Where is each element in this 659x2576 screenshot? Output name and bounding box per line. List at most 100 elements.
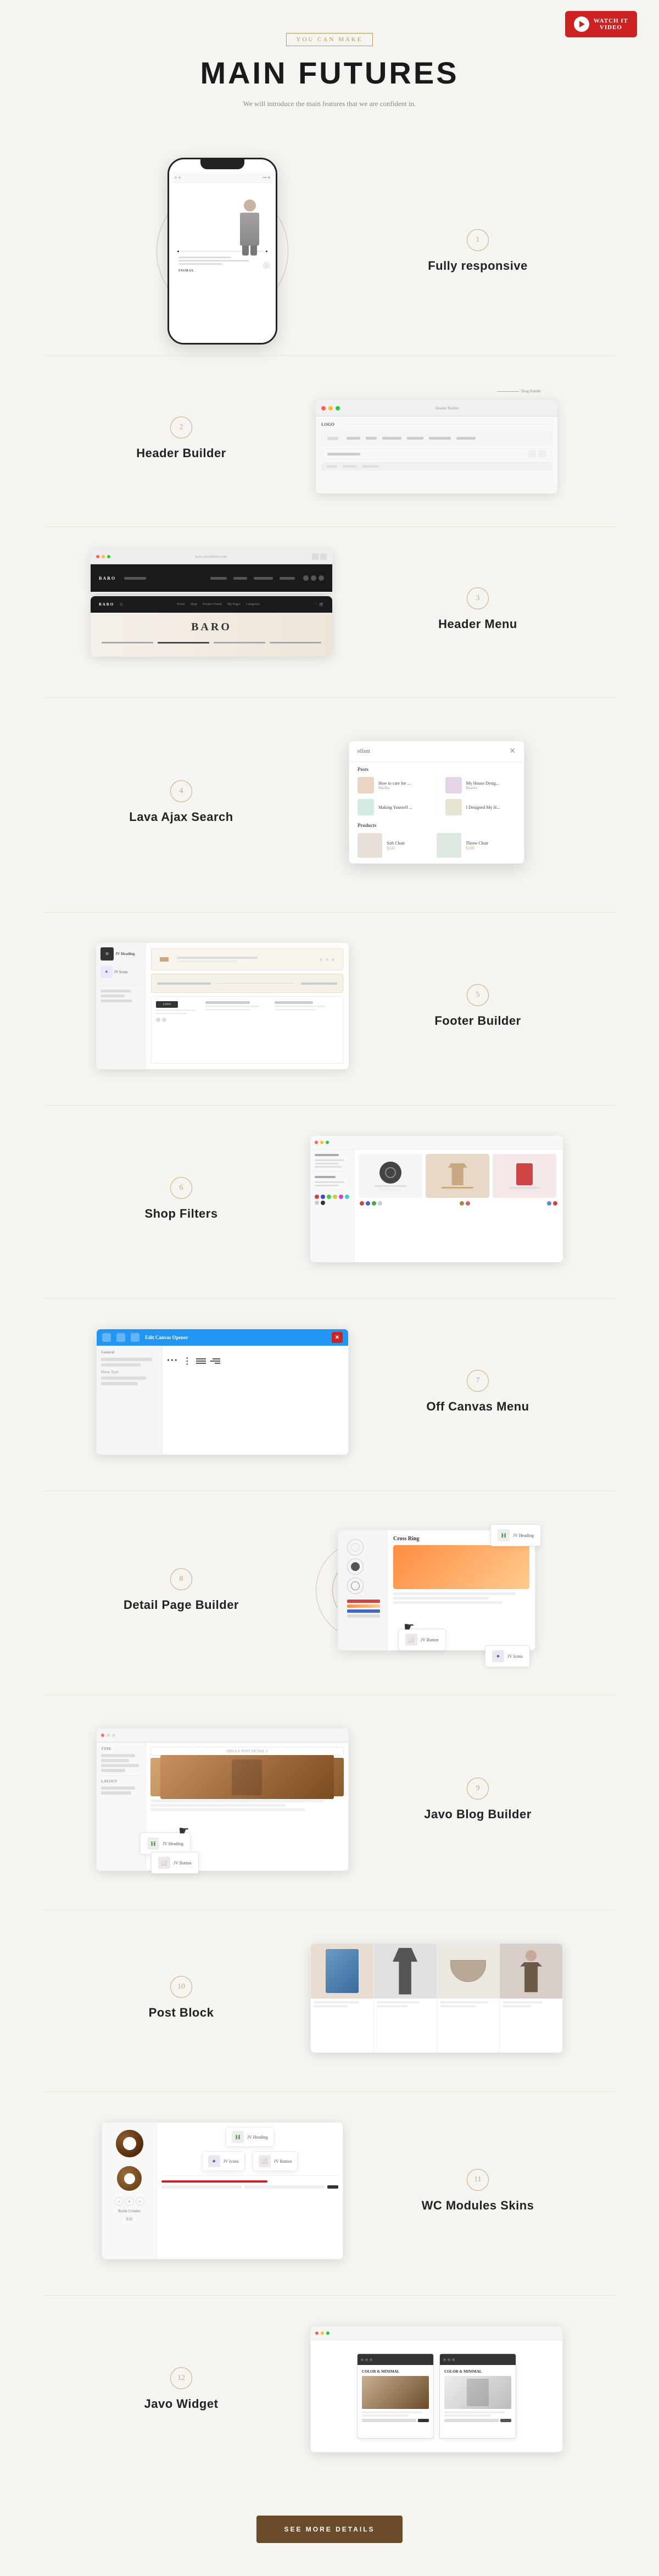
- wc-widget-row-2: ✦ JV Icons ⬜ JV Button: [161, 2151, 338, 2171]
- dp-sidebar: [338, 1530, 388, 1650]
- divider-3: [44, 697, 615, 698]
- jw-screens: COLOR & MINIMAL: [349, 2345, 524, 2447]
- pb-img-4: [500, 1944, 562, 1998]
- feature-image-2: Drag Handle Header Builder LOGO: [299, 378, 574, 499]
- oc-menu-icons: ••• ⋮: [167, 1356, 344, 1367]
- watch-video-button[interactable]: WATCH IT VIDEO: [565, 11, 637, 37]
- feature-number-1: 1: [467, 229, 489, 251]
- feature-row-7: Edit Canvas Opener ✕ General Menu Type: [0, 1304, 659, 1480]
- oc-icon-1: [102, 1333, 111, 1342]
- feature-row-6: 6 Shop Filters: [0, 1111, 659, 1287]
- jv-star-icon-11: ✦: [208, 2155, 220, 2167]
- feature-row-10: 10 Post Block: [0, 1916, 659, 2080]
- oc-body: General Menu Type •••: [97, 1346, 348, 1454]
- pb-item-4: [500, 1944, 562, 2052]
- feature-row-11: ‹ + › Bottle Grinder $30 H: [0, 2097, 659, 2284]
- wc-modules-screenshot: ‹ + › Bottle Grinder $30 H: [102, 2122, 343, 2259]
- blog-builder-screenshot: TYPE LAYOUT SINGLE POST DETAIL 2: [96, 1728, 349, 1871]
- feature-image-8: Cross Ring ⬜ JV Button: [299, 1513, 574, 1667]
- feature-text-1: 1 Fully responsive: [382, 218, 574, 284]
- blog-content: TYPE LAYOUT SINGLE POST DETAIL 2: [97, 1742, 348, 1870]
- page-wrapper: WATCH IT VIDEO YOU CAN MAKE MAIN FUTURES…: [0, 0, 659, 2576]
- feature-row-12: COLOR & MINIMAL: [0, 2301, 659, 2477]
- pb-grid: [311, 1944, 562, 2052]
- feature-title-8: Detail Page Builder: [96, 1598, 266, 1612]
- oc-header-label: Edit Canvas Opener: [145, 1335, 188, 1340]
- wc-product-name: Bottle Grinder: [107, 2209, 152, 2213]
- you-can-make-badge: YOU CAN MAKE: [286, 33, 373, 46]
- jw-screen-img-2: [444, 2376, 511, 2409]
- feature-title-5: Footer Builder: [393, 1014, 563, 1028]
- feature-image-9: TYPE LAYOUT SINGLE POST DETAIL 2: [85, 1717, 360, 1882]
- phone-mockup: INIMAL: [167, 158, 277, 345]
- blog-sidebar: TYPE LAYOUT: [97, 1742, 146, 1870]
- javo-widget-screenshot: COLOR & MINIMAL: [310, 2326, 563, 2452]
- dp-lines: [393, 1592, 529, 1604]
- feature-number-12: 12: [170, 2367, 192, 2389]
- jv-btn-icon-11: ⬜: [259, 2155, 271, 2167]
- feature-number-5: 5: [467, 984, 489, 1006]
- footer-builder-screenshot: H JV Heading ✦ JV Icons: [96, 943, 349, 1069]
- post-block-screenshot: [310, 1943, 563, 2053]
- wc-prev-btn[interactable]: ‹: [115, 2197, 124, 2206]
- hamburger-icon-1: [196, 1358, 206, 1364]
- oc-options-panel: General Menu Type: [97, 1346, 163, 1454]
- feature-row-2: Drag Handle Header Builder LOGO: [0, 362, 659, 515]
- wc-plus-btn[interactable]: +: [125, 2197, 134, 2206]
- feature-text-3: 3 Header Menu: [382, 576, 574, 642]
- wc-next-btn[interactable]: ›: [136, 2197, 144, 2206]
- jw-screen-img-1: [362, 2376, 429, 2409]
- pb-img-3: [437, 1944, 500, 1998]
- feature-number-10: 10: [170, 1976, 192, 1998]
- see-more-section: SEE MORE DETAILS: [0, 2488, 659, 2576]
- header-menu-screenshot: baro.javotheme.com BARO: [91, 549, 332, 593]
- divider-5: [44, 1105, 615, 1106]
- feature-text-10: 10 Post Block: [85, 1965, 277, 2031]
- ajax-search-panel: elfant ✕ Posts How to care for ... Marth…: [349, 741, 524, 864]
- feature-title-6: Shop Filters: [96, 1207, 266, 1221]
- feature-row-4: elfant ✕ Posts How to care for ... Marth…: [0, 703, 659, 901]
- watch-video-label: WATCH IT VIDEO: [594, 18, 628, 31]
- jv-icons-icon: ✦: [492, 1650, 504, 1662]
- wc-jv-button: ⬜ JV Button: [253, 2151, 298, 2171]
- feature-image-6: [299, 1128, 574, 1270]
- jw-screen-2: COLOR & MINIMAL: [439, 2353, 516, 2439]
- oc-preview: ••• ⋮: [163, 1346, 348, 1454]
- divider-11: [44, 2295, 615, 2296]
- search-close-icon[interactable]: ✕: [509, 747, 516, 756]
- oc-menu-type-label: Menu Type: [101, 1370, 158, 1374]
- feature-number-2: 2: [170, 417, 192, 438]
- cursor-icon-8: ☛: [404, 1620, 415, 1634]
- play-icon: [574, 16, 589, 32]
- phone-nav: [172, 172, 273, 183]
- feature-title-10: Post Block: [96, 2006, 266, 2020]
- jv-h-icon-11: H: [232, 2131, 244, 2143]
- feature-image-4: elfant ✕ Posts How to care for ... Marth…: [299, 720, 574, 885]
- wc-price: $30: [107, 2217, 152, 2222]
- phone-screen: INIMAL: [169, 169, 276, 343]
- feature-title-3: Header Menu: [393, 617, 563, 631]
- cursor-icon-9: ☛: [178, 1824, 189, 1838]
- feature-text-11: 11 WC Modules Skins: [382, 2158, 574, 2224]
- feature-image-7: Edit Canvas Opener ✕ General Menu Type: [85, 1320, 360, 1463]
- see-more-button[interactable]: SEE MORE DETAILS: [256, 2516, 402, 2543]
- pb-item-1: [311, 1944, 374, 2052]
- jw-screen-top-1: [358, 2354, 433, 2365]
- blog-hero-image: [150, 1758, 344, 1796]
- blog-type-label: TYPE: [101, 1747, 141, 1751]
- feature-image-5: H JV Heading ✦ JV Icons: [85, 935, 360, 1078]
- wc-left-panel: ‹ + › Bottle Grinder $30: [102, 2123, 157, 2259]
- feature-image-1: INIMAL: [85, 174, 360, 328]
- hamburger-icon-2: [210, 1358, 220, 1364]
- wc-jv-heading: H JV Heading: [226, 2127, 274, 2147]
- jv-button-icon: ⬜: [405, 1634, 417, 1646]
- feature-image-3: baro.javotheme.com BARO: [85, 549, 360, 670]
- wc-right-panel: H JV Heading ✦ JV Icons ⬜: [157, 2123, 343, 2259]
- oc-general-label: General: [101, 1350, 158, 1354]
- divider-4: [44, 912, 615, 913]
- feature-text-6: 6 Shop Filters: [85, 1166, 277, 1232]
- phone-content: INIMAL: [172, 183, 273, 340]
- feature-row-5: H JV Heading ✦ JV Icons: [0, 918, 659, 1094]
- feature-number-9: 9: [467, 1778, 489, 1800]
- pb-img-1: [311, 1944, 373, 1998]
